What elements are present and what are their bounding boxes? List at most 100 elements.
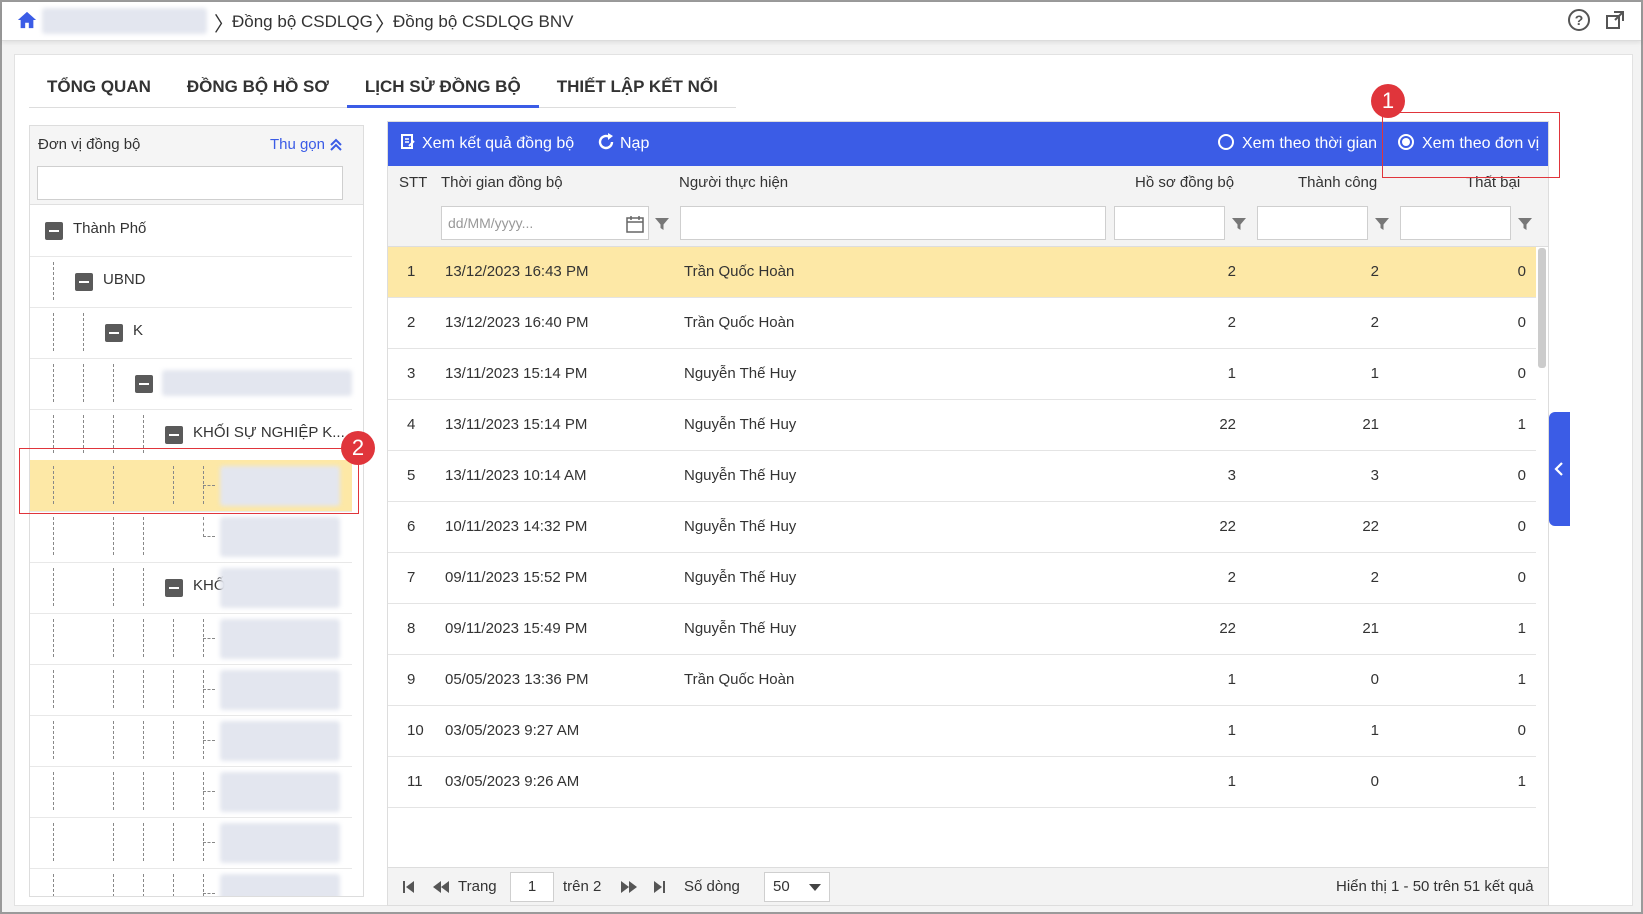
table-row[interactable]: 11 03/05/2023 9:26 AM 1 0 1 — [388, 757, 1536, 808]
column-header-time[interactable]: Thời gian đồng bộ — [441, 174, 563, 191]
cell-synced: 22 — [1219, 620, 1236, 637]
cell-time: 03/05/2023 9:27 AM — [445, 722, 580, 739]
cell-stt: 7 — [407, 569, 416, 586]
collapse-node-icon[interactable] — [105, 324, 123, 342]
prev-page-icon[interactable] — [432, 880, 450, 894]
table-row[interactable]: 9 05/05/2023 13:36 PM Trần Quốc Hoàn 1 0 1 — [388, 655, 1536, 706]
tree-node[interactable]: Thành Phố — [30, 205, 352, 257]
help-icon[interactable]: ? — [1568, 9, 1590, 31]
filter-icon[interactable] — [1374, 216, 1390, 232]
tree-node[interactable] — [30, 613, 352, 665]
unit-tree-header: Đơn vị đồng bộ Thu gọn — [30, 126, 363, 205]
column-header-success[interactable]: Thành công — [1298, 174, 1377, 191]
collapse-button[interactable]: Thu gọn — [270, 136, 343, 153]
cell-success: 0 — [1370, 773, 1379, 790]
tree-node[interactable] — [30, 715, 352, 767]
calendar-icon[interactable] — [626, 215, 644, 233]
cell-time: 09/11/2023 15:52 PM — [445, 569, 588, 586]
collapse-node-icon[interactable] — [165, 426, 183, 444]
tab-sync-history[interactable]: LỊCH SỬ ĐỒNG BỘ — [346, 67, 539, 108]
page-number-input[interactable]: 1 — [510, 872, 554, 902]
rows-per-page-select[interactable]: 50 — [764, 872, 830, 902]
breadcrumb-item[interactable]: Đồng bộ CSDLQG — [232, 12, 373, 32]
table-row[interactable]: 7 09/11/2023 15:52 PM Nguyễn Thế Huy 2 2 0 — [388, 553, 1536, 604]
success-filter-input[interactable] — [1257, 206, 1368, 240]
tab-overview[interactable]: TỔNG QUAN — [29, 67, 169, 108]
grid-header: STT Thời gian đồng bộ Người thực hiện Hồ… — [388, 166, 1548, 247]
cell-synced: 22 — [1219, 518, 1236, 535]
view-result-label: Xem kết quả đồng bộ — [422, 135, 575, 152]
column-header-user[interactable]: Người thực hiện — [679, 174, 788, 191]
tree-node[interactable]: K — [30, 307, 352, 359]
tree-node[interactable] — [30, 664, 352, 716]
cell-synced: 3 — [1227, 467, 1236, 484]
column-header-stt[interactable]: STT — [399, 174, 427, 191]
collapse-node-icon[interactable] — [165, 579, 183, 597]
next-page-icon[interactable] — [620, 880, 638, 894]
cell-time: 13/11/2023 10:14 AM — [445, 467, 587, 484]
last-page-icon[interactable] — [652, 880, 666, 894]
redacted-label — [220, 568, 340, 608]
cell-time: 13/11/2023 15:14 PM — [445, 365, 588, 382]
cell-synced: 2 — [1227, 314, 1236, 331]
tree-node[interactable] — [30, 766, 352, 818]
collapse-node-icon[interactable] — [45, 222, 63, 240]
grid-scrollbar[interactable] — [1538, 248, 1546, 368]
view-by-time-label: Xem theo thời gian — [1242, 135, 1378, 152]
home-icon[interactable] — [16, 10, 38, 30]
filter-icon[interactable] — [1231, 216, 1247, 232]
table-row[interactable]: 10 03/05/2023 9:27 AM 1 1 0 — [388, 706, 1536, 757]
breadcrumb-redacted — [42, 8, 207, 34]
tree-node-label: UBND — [103, 271, 146, 288]
cell-success: 21 — [1362, 416, 1379, 433]
table-row[interactable]: 2 13/12/2023 16:40 PM Trần Quốc Hoàn 2 2 0 — [388, 298, 1536, 349]
date-filter-input[interactable]: dd/MM/yyyy... — [441, 206, 649, 240]
tree-node[interactable]: UBND — [30, 256, 352, 308]
side-panel-toggle[interactable] — [1549, 412, 1570, 526]
cell-failed: 1 — [1517, 620, 1526, 637]
failed-filter-input[interactable] — [1400, 206, 1511, 240]
table-row[interactable]: 5 13/11/2023 10:14 AM Nguyễn Thế Huy 3 3 0 — [388, 451, 1536, 502]
unit-search-input[interactable] — [37, 166, 343, 200]
table-row[interactable]: 4 13/11/2023 15:14 PM Nguyễn Thế Huy 22 21 1 — [388, 400, 1536, 451]
tree-node[interactable] — [30, 511, 352, 563]
table-row[interactable]: 8 09/11/2023 15:49 PM Nguyễn Thế Huy 22 21 1 — [388, 604, 1536, 655]
first-page-icon[interactable] — [402, 880, 416, 894]
tree-node[interactable]: KHỐ — [30, 562, 352, 614]
tab-sync-records[interactable]: ĐỒNG BỘ HỒ SƠ — [168, 67, 347, 108]
breadcrumb-item[interactable]: Đồng bộ CSDLQG BNV — [393, 12, 573, 32]
page-label: Trang — [458, 878, 497, 895]
collapse-label: Thu gọn — [269, 136, 325, 153]
cell-user: Nguyễn Thế Huy — [684, 365, 797, 382]
cell-user: Trần Quốc Hoàn — [684, 314, 795, 331]
redacted-label — [220, 772, 340, 812]
cell-stt: 8 — [407, 620, 416, 637]
open-new-window-icon[interactable] — [1605, 10, 1625, 30]
view-by-time-radio[interactable]: Xem theo thời gian — [1218, 122, 1377, 166]
column-header-synced[interactable]: Hồ sơ đồng bộ — [1135, 174, 1234, 191]
table-row[interactable]: 6 10/11/2023 14:32 PM Nguyễn Thế Huy 22 22 0 — [388, 502, 1536, 553]
filter-icon[interactable] — [654, 216, 670, 232]
collapse-node-icon[interactable] — [135, 375, 153, 393]
rows-per-page-label: Số dòng — [684, 878, 740, 895]
table-row-selected[interactable]: 1 13/12/2023 16:43 PM Trần Quốc Hoàn 2 2 0 — [388, 247, 1536, 298]
results-summary: Hiển thị 1 - 50 trên 51 kết quả — [1336, 878, 1534, 895]
tab-connection-settings[interactable]: THIẾT LẬP KẾT NỐI — [538, 67, 736, 108]
cell-stt: 2 — [407, 314, 416, 331]
view-result-button[interactable]: Xem kết quả đồng bộ — [400, 122, 574, 166]
tree-node[interactable] — [30, 358, 352, 410]
table-row[interactable]: 3 13/11/2023 15:14 PM Nguyễn Thế Huy 1 1 0 — [388, 349, 1536, 400]
cell-success: 21 — [1362, 620, 1379, 637]
tree-node[interactable] — [30, 868, 352, 896]
radio-unchecked-icon — [1218, 133, 1234, 150]
cell-failed: 0 — [1517, 314, 1526, 331]
tree-node[interactable] — [30, 817, 352, 869]
cell-synced: 2 — [1227, 263, 1236, 280]
user-filter-input[interactable] — [680, 206, 1106, 240]
filter-icon[interactable] — [1517, 216, 1533, 232]
cell-stt: 5 — [407, 467, 416, 484]
annotation-box-2 — [19, 448, 359, 514]
synced-filter-input[interactable] — [1114, 206, 1225, 240]
reload-button[interactable]: Nạp — [596, 122, 649, 166]
collapse-node-icon[interactable] — [75, 273, 93, 291]
